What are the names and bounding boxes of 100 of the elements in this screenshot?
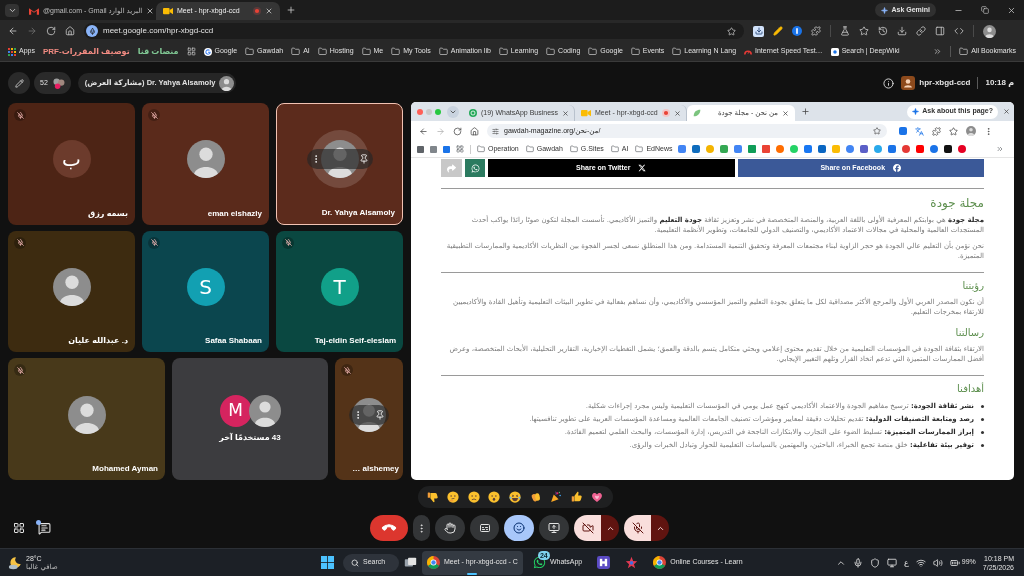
person-silhouette-icon (352, 397, 386, 432)
participant-name: بسمه رزق (88, 207, 128, 220)
download-icon[interactable] (897, 26, 907, 36)
camera-toggle-button[interactable] (574, 515, 601, 541)
wifi-icon[interactable] (915, 557, 926, 568)
section-heading: رسالتنا (954, 327, 984, 339)
whatsapp-share-button[interactable] (465, 159, 485, 177)
chat-icon[interactable] (38, 521, 51, 535)
tab-search-button[interactable] (5, 3, 19, 17)
back-icon[interactable] (8, 26, 18, 36)
close-icon[interactable] (562, 109, 570, 117)
code-icon[interactable] (954, 26, 964, 36)
star-icon[interactable] (949, 126, 958, 136)
menu-icon[interactable] (984, 126, 993, 136)
task-view-icon[interactable] (404, 556, 417, 569)
profile-avatar-icon[interactable] (983, 24, 996, 38)
more-bookmarks-icon[interactable] (996, 145, 1004, 153)
close-icon[interactable] (782, 109, 789, 117)
end-call-button[interactable] (370, 515, 408, 541)
new-tab-icon[interactable] (801, 107, 810, 116)
close-icon[interactable] (1003, 108, 1010, 115)
volume-icon[interactable] (932, 557, 943, 568)
others-count-label: 43 مستخدمًا آخر (219, 431, 281, 444)
side-panel-icon[interactable] (935, 26, 945, 36)
meeting-code-button[interactable]: hpr-xbgd-ccd (901, 76, 971, 90)
pin-icon[interactable] (358, 154, 369, 165)
thinking-face-emoji-icon[interactable] (447, 491, 460, 503)
flask-icon[interactable] (840, 26, 850, 36)
download-box-icon[interactable] (753, 25, 764, 37)
close-icon[interactable] (1007, 5, 1016, 15)
thumbs-down-emoji-icon[interactable] (426, 491, 439, 503)
folder-icon (391, 47, 401, 56)
person-silhouette-icon (219, 75, 235, 91)
folder-icon (569, 145, 578, 153)
laughing-face-emoji-icon[interactable] (508, 491, 521, 503)
activities-grid-icon[interactable] (13, 522, 25, 534)
captions-button[interactable] (470, 515, 499, 541)
grid-icon[interactable] (456, 145, 464, 153)
microphone-icon[interactable] (853, 557, 864, 568)
history-icon[interactable] (878, 26, 888, 36)
captions-icon (478, 522, 491, 534)
extension-icon[interactable] (899, 127, 907, 135)
clapping-hands-emoji-icon[interactable] (529, 491, 542, 503)
close-icon[interactable] (673, 109, 681, 117)
folder-icon (525, 145, 534, 153)
back-icon[interactable] (419, 126, 428, 136)
present-screen-icon (548, 522, 560, 534)
extensions-icon[interactable] (932, 126, 941, 136)
section-heading: مجلة جودة (929, 196, 984, 210)
address-bar[interactable]: meet.google.com/hpr-xbgd-ccd (84, 23, 744, 39)
grid-icon[interactable] (186, 47, 196, 56)
new-tab-icon[interactable] (286, 5, 296, 15)
bookmark-link[interactable]: منصات قنا (137, 45, 179, 58)
party-popper-emoji-icon[interactable] (550, 491, 563, 503)
more-options-button[interactable] (413, 515, 430, 541)
bullet-icon (981, 417, 984, 421)
reactions-button[interactable] (504, 515, 534, 541)
present-screen-button[interactable] (539, 515, 569, 541)
shield-icon[interactable] (870, 557, 881, 568)
info-icon[interactable] (883, 77, 895, 89)
moon-cloud-icon[interactable] (8, 555, 22, 570)
surprised-face-emoji-icon[interactable] (488, 491, 501, 503)
restore-icon[interactable] (981, 6, 989, 14)
initial-avatar: M (219, 394, 252, 427)
pen-button[interactable] (8, 72, 30, 94)
chat-bubble-icon (470, 163, 480, 173)
person-silhouette-icon (186, 140, 225, 179)
monitor-icon[interactable] (887, 557, 898, 568)
pencil-icon[interactable] (773, 26, 783, 36)
close-icon[interactable] (146, 7, 155, 15)
video-camera-icon (581, 109, 591, 117)
circle-badge-icon[interactable] (792, 26, 802, 36)
participant-avatars-icon (51, 77, 65, 89)
google-logo-icon (203, 47, 212, 56)
bookmark-star-icon[interactable] (873, 127, 881, 135)
section-heading: أهدافنا (956, 383, 984, 395)
folder-icon (245, 47, 255, 56)
sad-face-emoji-icon[interactable] (467, 491, 480, 503)
four-squares-logo-icon[interactable] (321, 556, 334, 569)
section-heading: رؤيتنا (961, 280, 984, 292)
bookmark-link[interactable]: PRF-توصيف المقررات (42, 45, 130, 58)
battery-icon[interactable] (949, 557, 960, 568)
translate-icon[interactable] (915, 126, 924, 136)
sparkling-heart-emoji-icon[interactable] (591, 491, 604, 503)
pin-icon[interactable] (375, 409, 385, 420)
home-icon[interactable] (470, 126, 479, 136)
thumbs-up-emoji-icon[interactable] (570, 491, 583, 503)
camera-off-icon (581, 522, 594, 534)
link-icon[interactable] (916, 26, 926, 36)
tab-search-button[interactable] (447, 105, 459, 118)
more-bookmarks-icon[interactable] (933, 47, 943, 56)
initial-avatar: T (320, 268, 359, 306)
envelope-icon (29, 7, 39, 15)
site-settings-icon[interactable] (492, 127, 499, 135)
microphone-toggle-button[interactable] (624, 515, 651, 541)
person-silhouette-icon (52, 268, 91, 306)
reload-icon[interactable] (453, 126, 462, 136)
input-language-indicator[interactable]: ع (904, 556, 909, 569)
raise-hand-button[interactable] (435, 515, 465, 541)
clock-time: 10:18 م (985, 77, 1015, 89)
